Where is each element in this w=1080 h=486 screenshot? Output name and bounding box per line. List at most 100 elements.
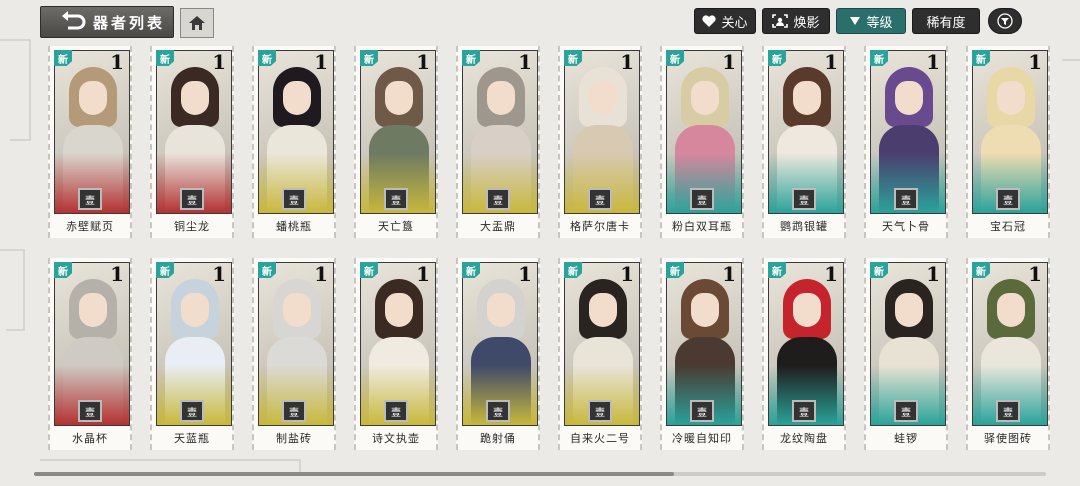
character-name: 自来火二号 <box>570 432 630 445</box>
level-number: 1 <box>722 262 736 286</box>
level-number: 1 <box>314 50 328 74</box>
new-badge: 新 <box>870 262 888 278</box>
rarity-label: 稀有度 <box>926 15 966 31</box>
character-name: 天亡簋 <box>378 220 414 233</box>
new-badge: 新 <box>972 50 990 66</box>
filter-button[interactable] <box>988 8 1022 34</box>
character-name: 驿使图砖 <box>984 432 1032 445</box>
character-card[interactable]: 新 1 壹 诗文执壶 <box>354 258 438 450</box>
level-number: 1 <box>110 262 124 286</box>
rank-seal: 壹 <box>690 188 714 210</box>
new-badge: 新 <box>870 50 888 66</box>
level-number: 1 <box>824 50 838 74</box>
new-badge: 新 <box>360 262 378 278</box>
character-card[interactable]: 新 1 壹 蟠桃瓶 <box>252 46 336 238</box>
character-name: 大盂鼎 <box>480 220 516 233</box>
character-name: 制盐砖 <box>276 432 312 445</box>
level-number: 1 <box>722 50 736 74</box>
new-badge: 新 <box>564 50 582 66</box>
back-arrow-icon <box>62 11 86 30</box>
character-card[interactable]: 新 1 壹 铜尘龙 <box>150 46 234 238</box>
level-number: 1 <box>620 50 634 74</box>
character-card[interactable]: 新 1 壹 大盂鼎 <box>456 46 540 238</box>
new-badge: 新 <box>768 50 786 66</box>
character-name: 鹦鹉银罐 <box>780 220 828 233</box>
character-card[interactable]: 新 1 壹 驿使图砖 <box>966 258 1050 450</box>
rank-seal: 壹 <box>792 188 816 210</box>
rank-seal: 壹 <box>588 188 612 210</box>
level-number: 1 <box>416 262 430 286</box>
rank-seal: 壹 <box>894 188 918 210</box>
level-number: 1 <box>1028 262 1042 286</box>
character-card[interactable]: 新 1 壹 粉白双耳瓶 <box>660 46 744 238</box>
character-card[interactable]: 新 1 壹 自来火二号 <box>558 258 642 450</box>
new-badge: 新 <box>462 50 480 66</box>
level-number: 1 <box>926 50 940 74</box>
home-icon <box>189 16 205 30</box>
character-card[interactable]: 新 1 壹 天亡簋 <box>354 46 438 238</box>
level-number: 1 <box>110 50 124 74</box>
rank-seal: 壹 <box>78 188 102 210</box>
character-name: 蛙锣 <box>894 432 918 445</box>
character-card[interactable]: 新 1 壹 鹦鹉银罐 <box>762 46 846 238</box>
sort-down-icon <box>850 17 861 25</box>
character-card[interactable]: 新 1 壹 天气卜骨 <box>864 46 948 238</box>
level-number: 1 <box>620 262 634 286</box>
rank-seal: 壹 <box>486 188 510 210</box>
new-badge: 新 <box>564 262 582 278</box>
heart-icon <box>702 14 717 27</box>
scrollbar-thumb[interactable] <box>34 472 674 476</box>
character-card[interactable]: 新 1 壹 水晶杯 <box>48 258 132 450</box>
back-button[interactable] <box>60 10 88 34</box>
character-name: 宝石冠 <box>990 220 1026 233</box>
grade-sort-button[interactable]: 等级 <box>836 8 906 34</box>
care-filter-button[interactable]: 关心 <box>694 8 756 34</box>
character-card[interactable]: 新 1 壹 冷暖自知印 <box>660 258 744 450</box>
character-card[interactable]: 新 1 壹 蛙锣 <box>864 258 948 450</box>
character-card[interactable]: 新 1 壹 天蓝瓶 <box>150 258 234 450</box>
level-number: 1 <box>926 262 940 286</box>
new-badge: 新 <box>360 50 378 66</box>
portrait-frame-icon <box>772 14 789 28</box>
home-button[interactable] <box>180 8 214 38</box>
horizontal-scrollbar[interactable] <box>34 472 1046 476</box>
rank-seal: 壹 <box>690 400 714 422</box>
level-number: 1 <box>212 50 226 74</box>
rank-seal: 壹 <box>996 400 1020 422</box>
rank-seal: 壹 <box>588 400 612 422</box>
new-badge: 新 <box>462 262 480 278</box>
care-label: 关心 <box>721 15 748 31</box>
character-card[interactable]: 新 1 壹 跪射俑 <box>456 258 540 450</box>
rank-seal: 壹 <box>180 400 204 422</box>
character-name: 天蓝瓶 <box>174 432 210 445</box>
page-title: 器者列表 <box>93 13 166 32</box>
new-badge: 新 <box>768 262 786 278</box>
new-badge: 新 <box>258 50 276 66</box>
filter-funnel-icon <box>997 13 1013 29</box>
character-name: 水晶杯 <box>72 432 108 445</box>
rank-seal: 壹 <box>486 400 510 422</box>
rank-seal: 壹 <box>78 400 102 422</box>
rank-seal: 壹 <box>282 188 306 210</box>
rank-seal: 壹 <box>384 400 408 422</box>
level-number: 1 <box>212 262 226 286</box>
character-card[interactable]: 新 1 壹 制盐砖 <box>252 258 336 450</box>
character-card[interactable]: 新 1 壹 宝石冠 <box>966 46 1050 238</box>
level-number: 1 <box>314 262 328 286</box>
character-card[interactable]: 新 1 壹 格萨尔唐卡 <box>558 46 642 238</box>
rank-seal: 壹 <box>384 188 408 210</box>
level-number: 1 <box>1028 50 1042 74</box>
grade-label: 等级 <box>866 15 893 31</box>
level-number: 1 <box>416 50 430 74</box>
character-name: 铜尘龙 <box>174 220 210 233</box>
rarity-sort-button[interactable]: 稀有度 <box>912 8 980 34</box>
appearance-filter-button[interactable]: 焕影 <box>762 8 830 34</box>
level-number: 1 <box>518 262 532 286</box>
new-badge: 新 <box>666 50 684 66</box>
character-name: 诗文执壶 <box>372 432 420 445</box>
rank-seal: 壹 <box>282 400 306 422</box>
character-card[interactable]: 新 1 壹 赤壁赋页 <box>48 46 132 238</box>
character-name: 格萨尔唐卡 <box>570 220 630 233</box>
rank-seal: 壹 <box>792 400 816 422</box>
character-card[interactable]: 新 1 壹 龙纹陶盘 <box>762 258 846 450</box>
